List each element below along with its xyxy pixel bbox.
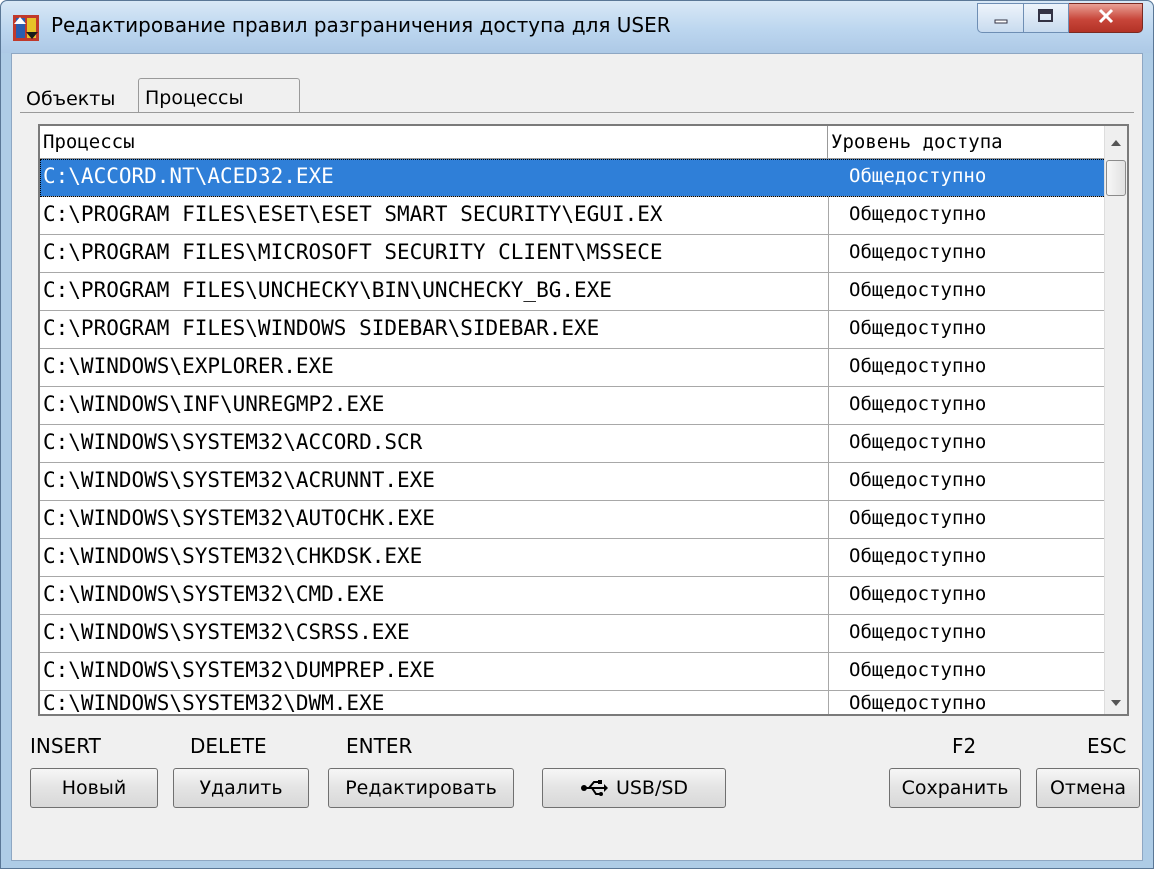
tab-processes[interactable]: Процессы bbox=[138, 78, 300, 113]
delete-button[interactable]: Удалить bbox=[173, 768, 309, 808]
scroll-up-arrow-icon bbox=[1111, 131, 1121, 150]
table-row[interactable]: C:\PROGRAM FILES\WINDOWS SIDEBAR\SIDEBAR… bbox=[40, 311, 1106, 349]
access-level-cell: Общедоступно bbox=[828, 311, 1106, 348]
usb-icon bbox=[580, 779, 608, 797]
button-bar: INSERT DELETE ENTER F2 ESC Новый Удалить… bbox=[12, 716, 1142, 860]
edit-button-label: Редактировать bbox=[345, 777, 497, 799]
table-row[interactable]: C:\WINDOWS\SYSTEM32\CMD.EXE Общедоступно bbox=[40, 577, 1106, 615]
maximize-button[interactable] bbox=[1023, 3, 1069, 33]
process-path-cell: C:\WINDOWS\SYSTEM32\CHKDSK.EXE bbox=[43, 544, 423, 568]
new-button[interactable]: Новый bbox=[30, 768, 158, 808]
process-path-cell: C:\PROGRAM FILES\WINDOWS SIDEBAR\SIDEBAR… bbox=[43, 316, 600, 340]
table-row[interactable]: C:\WINDOWS\SYSTEM32\ACRUNNT.EXE Общедосту… bbox=[40, 463, 1106, 501]
window-title: Редактирование правил разграничения дост… bbox=[51, 13, 671, 37]
table-row[interactable]: C:\WINDOWS\SYSTEM32\DUMPREP.EXE Общедосту… bbox=[40, 653, 1106, 691]
scroll-down-arrow-icon bbox=[1111, 691, 1121, 710]
usb-sd-button-label: USB/SD bbox=[615, 777, 689, 799]
table-row[interactable]: C:\PROGRAM FILES\UNCHECKY\BIN\UNCHECKY_B… bbox=[40, 273, 1106, 311]
process-path-cell: C:\PROGRAM FILES\ESET\ESET SMART SECURIT… bbox=[43, 202, 663, 226]
process-path-cell: C:\WINDOWS\EXPLORER.EXE bbox=[43, 354, 334, 378]
column-header-access-level[interactable]: Уровень доступа bbox=[828, 126, 1106, 159]
scroll-up-button[interactable] bbox=[1105, 128, 1127, 152]
shortcut-cancel: ESC bbox=[1087, 734, 1127, 758]
table-row[interactable]: C:\WINDOWS\EXPLORER.EXE Общедоступно bbox=[40, 349, 1106, 387]
table-row[interactable]: C:\WINDOWS\SYSTEM32\AUTOCHK.EXE Общедосту… bbox=[40, 501, 1106, 539]
scroll-down-button[interactable] bbox=[1105, 688, 1127, 712]
close-icon bbox=[1097, 7, 1115, 29]
window-controls bbox=[977, 3, 1143, 33]
process-path-cell: C:\WINDOWS\SYSTEM32\ACRUNNT.EXE bbox=[43, 468, 435, 492]
shortcut-insert: INSERT bbox=[30, 734, 101, 758]
vertical-scrollbar[interactable] bbox=[1104, 126, 1127, 714]
table-row[interactable]: C:\WINDOWS\INF\UNREGMP2.EXE Общедоступно bbox=[40, 387, 1106, 425]
new-button-label: Новый bbox=[61, 777, 127, 799]
process-path-cell: C:\ACCORD.NT\ACED32.EXE bbox=[43, 164, 334, 188]
shortcut-save: F2 bbox=[952, 734, 977, 758]
save-button-label: Сохранить bbox=[901, 777, 1009, 799]
table-row[interactable]: C:\ACCORD.NT\ACED32.EXE Общедоступно bbox=[40, 159, 1106, 197]
title-bar[interactable]: Редактирование правил разграничения дост… bbox=[1, 1, 1153, 53]
access-level-cell: Общедоступно bbox=[828, 501, 1106, 538]
scrollbar-thumb[interactable] bbox=[1106, 160, 1126, 196]
minimize-button[interactable] bbox=[977, 3, 1023, 33]
table-row[interactable]: C:\WINDOWS\SYSTEM32\CSRSS.EXE Общедоступн… bbox=[40, 615, 1106, 653]
process-path-cell: C:\WINDOWS\SYSTEM32\ACCORD.SCR bbox=[43, 430, 423, 454]
tab-divider bbox=[20, 112, 1134, 113]
access-level-cell: Общедоступно bbox=[828, 235, 1106, 272]
access-level-cell: Общедоступно bbox=[828, 387, 1106, 424]
process-path-cell: C:\WINDOWS\INF\UNREGMP2.EXE bbox=[43, 392, 385, 416]
table-row[interactable]: C:\WINDOWS\SYSTEM32\DWM.EXE Общедоступно bbox=[40, 691, 1106, 715]
access-level-cell: Общедоступно bbox=[828, 159, 1106, 196]
access-level-cell: Общедоступно bbox=[828, 463, 1106, 500]
dialog-window: Редактирование правил разграничения дост… bbox=[0, 0, 1154, 869]
cancel-button[interactable]: Отмена bbox=[1036, 768, 1140, 808]
edit-button[interactable]: Редактировать bbox=[328, 768, 514, 808]
process-rows: C:\ACCORD.NT\ACED32.EXE Общедоступно C:\PR… bbox=[40, 159, 1106, 715]
tab-objects[interactable]: Объекты bbox=[20, 84, 138, 112]
process-path-cell: C:\WINDOWS\SYSTEM32\DWM.EXE bbox=[43, 691, 385, 715]
access-level-cell: Общедоступно bbox=[828, 577, 1106, 614]
access-level-cell: Общедоступно bbox=[828, 425, 1106, 462]
process-path-cell: C:\WINDOWS\SYSTEM32\AUTOCHK.EXE bbox=[43, 506, 435, 530]
access-level-cell: Общедоступно bbox=[828, 653, 1106, 690]
access-level-cell: Общедоступно bbox=[828, 615, 1106, 652]
table-row[interactable]: C:\WINDOWS\SYSTEM32\ACCORD.SCR Общедоступ… bbox=[40, 425, 1106, 463]
shortcut-enter: ENTER bbox=[346, 734, 413, 758]
process-path-cell: C:\WINDOWS\SYSTEM32\DUMPREP.EXE bbox=[43, 658, 435, 682]
process-path-cell: C:\PROGRAM FILES\MICROSOFT SECURITY CLIE… bbox=[43, 240, 663, 264]
dialog-client-area: Объекты Процессы Процессы Уровень доступ… bbox=[11, 53, 1143, 861]
maximize-icon bbox=[1037, 8, 1055, 28]
close-button[interactable] bbox=[1069, 3, 1143, 33]
shortcut-delete: DELETE bbox=[190, 734, 267, 758]
save-button[interactable]: Сохранить bbox=[889, 768, 1021, 808]
access-level-cell: Общедоступно bbox=[828, 273, 1106, 310]
process-list[interactable]: Процессы Уровень доступа C:\ACCORD.NT\AC… bbox=[38, 124, 1129, 716]
cancel-button-label: Отмена bbox=[1049, 777, 1127, 799]
delete-button-label: Удалить bbox=[199, 777, 283, 799]
table-row[interactable]: C:\PROGRAM FILES\ESET\ESET SMART SECURIT… bbox=[40, 197, 1106, 235]
access-level-cell: Общедоступно bbox=[828, 691, 1106, 714]
process-path-cell: C:\WINDOWS\SYSTEM32\CMD.EXE bbox=[43, 582, 385, 606]
accord-app-icon bbox=[13, 15, 39, 41]
column-header-processes[interactable]: Процессы bbox=[40, 126, 828, 159]
process-path-cell: C:\WINDOWS\SYSTEM32\CSRSS.EXE bbox=[43, 620, 410, 644]
minimize-icon bbox=[993, 9, 1009, 28]
table-row[interactable]: C:\PROGRAM FILES\MICROSOFT SECURITY CLIE… bbox=[40, 235, 1106, 273]
table-row[interactable]: C:\WINDOWS\SYSTEM32\CHKDSK.EXE Общедоступ… bbox=[40, 539, 1106, 577]
access-level-cell: Общедоступно bbox=[828, 197, 1106, 234]
process-path-cell: C:\PROGRAM FILES\UNCHECKY\BIN\UNCHECKY_B… bbox=[43, 278, 612, 302]
access-level-cell: Общедоступно bbox=[828, 539, 1106, 576]
usb-sd-button[interactable]: USB/SD bbox=[542, 768, 726, 808]
access-level-cell: Общедоступно bbox=[828, 349, 1106, 386]
